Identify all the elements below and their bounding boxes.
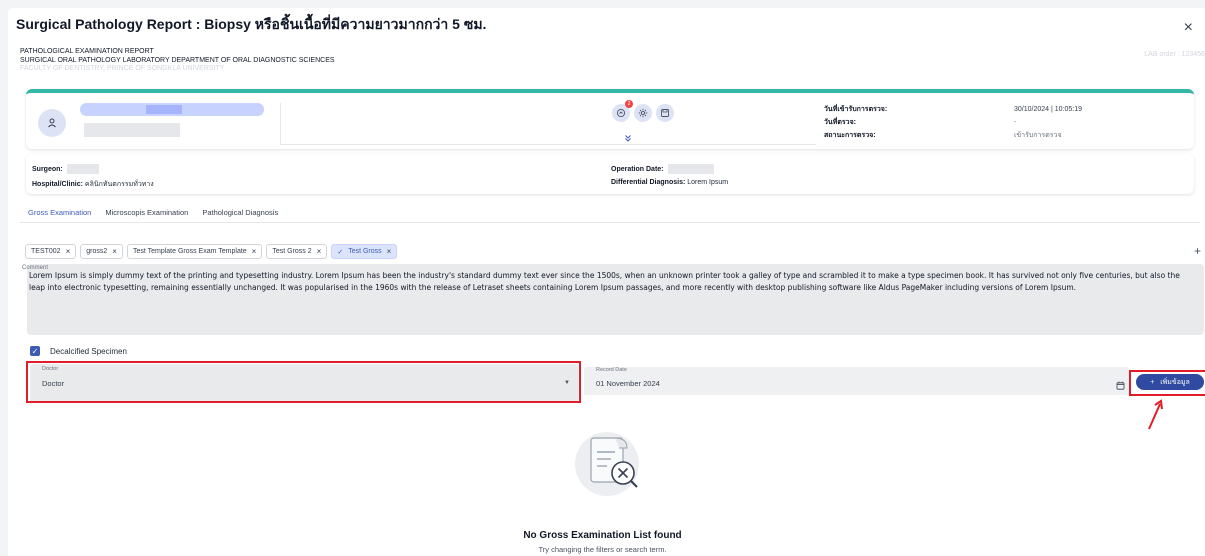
comment-text[interactable]: Lorem Ipsum is simply dummy text of the … [29,270,1197,294]
operation-date-row: Operation Date: [611,164,714,174]
exam-info-row: วันที่เข้ารับการตรวจ: 30/10/2024 | 10:05… [824,103,1082,116]
decalcified-checkbox[interactable]: ✓ [30,346,40,356]
add-template-button[interactable]: + [1194,244,1201,258]
chip-label: Test Gross [348,248,382,255]
template-chip[interactable]: Test Template Gross Exam Template × [126,244,263,259]
gear-icon [638,108,648,118]
decalcified-row: ✓ Decalcified Specimen [30,346,127,356]
chip-label: TEST002 [31,248,61,255]
divider [280,103,281,145]
chip-label: gross2 [86,248,108,255]
expand-button[interactable] [624,129,632,147]
chip-remove-icon[interactable]: × [317,247,322,256]
tab-gross-examination[interactable]: Gross Examination [28,208,92,223]
template-chip-selected[interactable]: ✓ Test Gross × [331,244,398,259]
chip-remove-icon[interactable]: × [112,247,117,256]
patient-tools: 2 [612,100,674,122]
arrow-annotation-icon [1148,399,1163,430]
empty-state-subtitle: Try changing the filters or search term. [538,545,667,554]
dialog-title: Surgical Pathology Report : Biopsy หรือช… [16,16,487,32]
settings-button[interactable] [634,104,652,122]
hospital-label: Hospital/Clinic: [32,181,83,188]
tabs-divider [20,222,1200,223]
record-date-field[interactable]: Record Date 01 November 2024 [584,367,1129,395]
calendar-icon [1116,381,1125,390]
save-button[interactable] [656,104,674,122]
tab-microscopic-examination[interactable]: Microscopis Examination [105,208,188,223]
differential-label: Differential Diagnosis: [611,179,686,186]
empty-document-icon [575,432,639,496]
check-icon: ✓ [337,248,344,256]
report-header: PATHOLOGICAL EXAMINATION REPORT SURGICAL… [20,48,335,74]
exam-tabs: Gross Examination Microscopis Examinatio… [28,208,278,223]
chip-remove-icon[interactable]: × [252,247,257,256]
lab-order: LAB order : 123456 [1144,51,1205,58]
highlight-box [26,361,581,403]
surgeon-redacted [66,164,99,174]
decalcified-label: Decalcified Specimen [50,346,127,356]
divider [280,144,816,145]
chip-label: Test Template Gross Exam Template [132,248,247,255]
user-icon [48,118,56,128]
report-header-line2: SURGICAL ORAL PATHOLOGY LABORATORY DEPAR… [20,56,335,64]
calendar-button[interactable] [1116,377,1125,395]
report-header-line3: FACULTY OF DENTISTRY, PRINCE OF SONGKLA … [20,65,225,72]
dialog-header: Surgical Pathology Report : Biopsy หรือช… [8,8,1205,42]
chip-remove-icon[interactable]: × [387,247,392,256]
exam-date-value: 30/10/2024 | 10:05:19 [1014,106,1082,113]
patient-id-redacted [84,123,180,137]
exam-date-label: วันที่เข้ารับการตรวจ: [824,106,888,113]
hospital-row: Hospital/Clinic: คลินิกทันตกรรมทั่วทาง [32,179,154,190]
notification-badge: 2 [625,100,633,108]
save-icon [661,109,669,117]
chip-label: Test Gross 2 [272,248,312,255]
patient-name-redacted [80,103,264,116]
tab-pathological-diagnosis[interactable]: Pathological Diagnosis [202,208,278,223]
operation-date-redacted [667,164,714,174]
template-chip[interactable]: TEST002 × [25,244,77,259]
report-header-line1: PATHOLOGICAL EXAMINATION REPORT [20,48,154,55]
check-date-label: วันที่ตรวจ: [824,119,856,126]
exam-info-row: วันที่ตรวจ: - [824,116,1082,129]
exam-status-label: สถานะการตรวจ: [824,132,876,139]
record-date-label: Record Date [596,367,627,373]
exam-info-row: สถานะการตรวจ: เข้ารับการตรวจ [824,129,1082,142]
differential-value: Lorem Ipsum [687,179,729,186]
surgeon-label: Surgeon: [32,165,63,173]
check-date-value: - [1014,119,1017,126]
surgeon-row: Surgeon: [32,164,99,174]
hospital-value: คลินิกทันตกรรมทั่วทาง [84,181,154,188]
chevrons-down-icon [625,135,631,142]
surgeon-card: Surgeon: Hospital/Clinic: คลินิกทันตกรรม… [26,154,1194,194]
template-chip[interactable]: gross2 × [80,244,123,259]
template-chips: TEST002 × gross2 × Test Template Gross E… [25,244,398,259]
close-button[interactable]: × [1184,20,1193,36]
operation-date-label: Operation Date: [611,165,664,173]
differential-row: Differential Diagnosis: Lorem Ipsum [611,179,728,186]
chip-remove-icon[interactable]: × [66,247,71,256]
patient-card: 2 วันที่เข้ารับการตรวจ: 30/10/2024 | 10:… [26,89,1194,149]
exam-status-value: เข้ารับการตรวจ [1014,132,1062,139]
record-date-value: 01 November 2024 [596,379,660,388]
history-icon [616,108,626,118]
exam-info: วันที่เข้ารับการตรวจ: 30/10/2024 | 10:05… [824,103,1082,142]
pathology-report-dialog: Surgical Pathology Report : Biopsy หรือช… [8,8,1205,556]
history-button[interactable]: 2 [612,100,633,122]
avatar [38,109,66,137]
template-chip[interactable]: Test Gross 2 × [266,244,328,259]
empty-state-title: No Gross Examination List found [523,530,682,541]
highlight-box [1129,370,1205,396]
